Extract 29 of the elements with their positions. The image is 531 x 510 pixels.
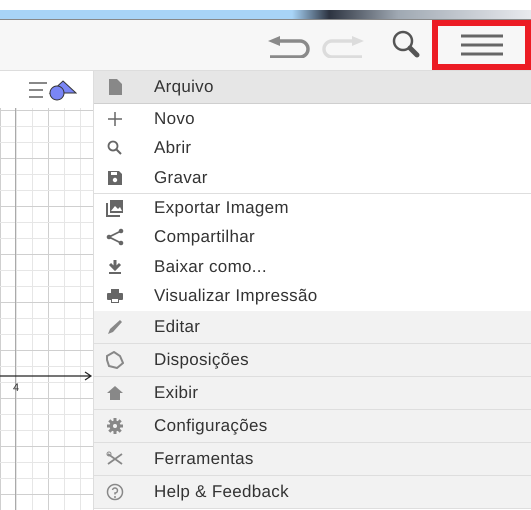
menu-section[interactable]: Exibir bbox=[94, 377, 531, 410]
home-icon bbox=[106, 384, 124, 402]
menu-item[interactable]: Compartilhar bbox=[94, 222, 531, 252]
menu-item[interactable]: Novo bbox=[94, 104, 531, 134]
share-icon bbox=[106, 228, 124, 246]
file-icon bbox=[106, 78, 124, 96]
axis-label: 4 bbox=[13, 382, 20, 394]
menu-item[interactable]: Abrir bbox=[94, 134, 531, 164]
menu-section[interactable]: Configurações bbox=[94, 410, 531, 444]
menu-icon bbox=[458, 33, 504, 57]
menu-item[interactable]: Gravar bbox=[94, 163, 531, 193]
menu-button[interactable] bbox=[432, 20, 531, 70]
menu-section[interactable]: Disposições bbox=[94, 344, 531, 378]
search-icon bbox=[106, 139, 124, 158]
algebra-view-icon[interactable] bbox=[26, 78, 76, 100]
help-icon bbox=[106, 483, 124, 502]
image-icon bbox=[106, 199, 124, 218]
plus-icon bbox=[106, 110, 124, 128]
pencil-icon bbox=[106, 318, 124, 336]
menu-section[interactable]: Arquivo bbox=[94, 71, 531, 104]
menu-section[interactable]: Editar bbox=[94, 311, 531, 344]
download-icon bbox=[106, 258, 124, 276]
menu-item[interactable]: Exportar Imagem bbox=[94, 192, 531, 222]
printer-icon bbox=[106, 287, 124, 306]
menu-item[interactable]: Baixar como... bbox=[94, 252, 531, 282]
menu-section[interactable]: Help & Feedback bbox=[94, 476, 531, 510]
menu-section[interactable]: Ferramentas bbox=[94, 443, 531, 476]
menu-item[interactable]: Visualizar Impressão bbox=[94, 282, 531, 312]
gear-icon bbox=[106, 417, 124, 436]
